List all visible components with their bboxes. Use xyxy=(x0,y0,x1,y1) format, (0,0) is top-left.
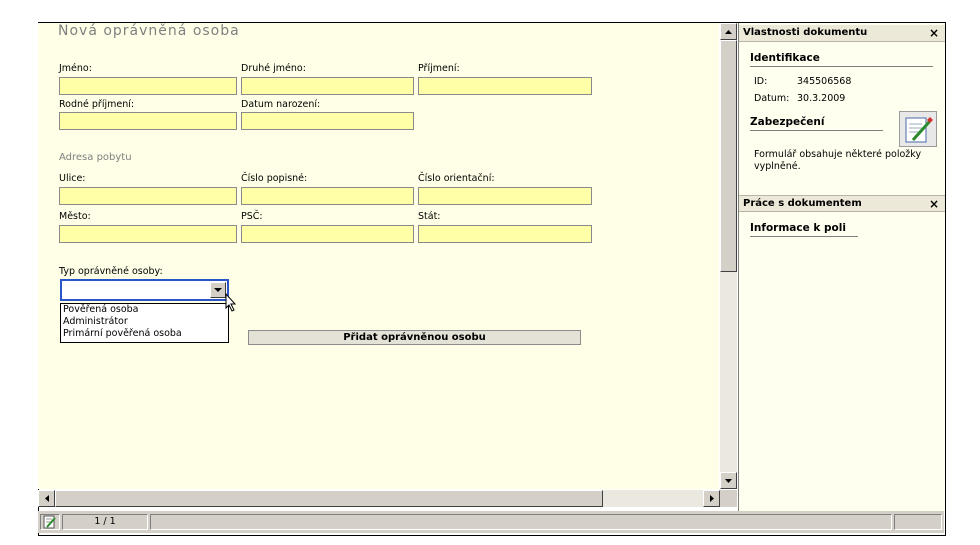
properties-panel-title: Vlastnosti dokumentu xyxy=(743,27,868,38)
scrollbar-corner xyxy=(720,490,737,507)
edit-document-icon xyxy=(905,117,933,143)
middle-name-label: Druhé jméno: xyxy=(241,63,306,74)
city-label: Město: xyxy=(59,211,91,222)
properties-panel-header: Vlastnosti dokumentu × xyxy=(739,25,945,42)
city-field[interactable] xyxy=(59,225,237,243)
orientation-number-label: Číslo orientační: xyxy=(418,173,495,184)
status-edit-cell[interactable] xyxy=(40,514,60,530)
scroll-down-button[interactable] xyxy=(720,472,737,489)
horizontal-scrollbar[interactable] xyxy=(38,490,720,507)
dropdown-button[interactable] xyxy=(210,282,226,298)
form-document: Nová oprávněná osoba Jméno: Druhé jméno:… xyxy=(38,23,719,489)
street-field[interactable] xyxy=(59,187,237,205)
birth-surname-field[interactable] xyxy=(59,112,237,130)
first-name-label: Jméno: xyxy=(59,63,92,74)
identification-divider xyxy=(750,66,933,67)
country-label: Stát: xyxy=(418,211,441,222)
birth-date-field[interactable] xyxy=(241,112,414,130)
security-text: Formulář obsahuje některé položky vyplně… xyxy=(754,149,922,172)
chevron-down-icon xyxy=(214,287,222,292)
street-label: Ulice: xyxy=(59,173,86,184)
id-label: ID: xyxy=(754,76,768,87)
arrow-left-icon xyxy=(44,495,49,502)
house-number-label: Číslo popisné: xyxy=(241,173,308,184)
page-indicator: 1 / 1 xyxy=(62,514,148,530)
first-name-field[interactable] xyxy=(59,77,237,95)
date-label: Datum: xyxy=(754,93,790,104)
scroll-up-button[interactable] xyxy=(720,23,737,40)
middle-name-field[interactable] xyxy=(241,77,414,95)
person-type-dropdown-list: Pověřená osoba Administrátor Primární po… xyxy=(60,303,229,343)
horizontal-scroll-thumb[interactable] xyxy=(55,490,603,507)
edit-document-icon xyxy=(43,515,56,529)
edit-document-button[interactable] xyxy=(899,111,937,147)
field-info-heading: Informace k poli xyxy=(750,222,846,234)
person-type-label: Typ oprávněné osoby: xyxy=(59,266,163,277)
scroll-right-button[interactable] xyxy=(703,490,720,507)
person-type-option-administrator[interactable]: Administrátor xyxy=(61,316,228,328)
status-message-cell xyxy=(150,514,892,530)
field-info-divider xyxy=(750,236,858,237)
close-icon[interactable]: × xyxy=(929,25,939,41)
security-divider xyxy=(750,130,883,131)
arrow-up-icon xyxy=(725,29,732,34)
status-extra-cell xyxy=(894,514,942,530)
arrow-down-icon xyxy=(725,478,732,483)
last-name-field[interactable] xyxy=(418,77,592,95)
mouse-cursor-icon xyxy=(225,293,237,312)
zip-label: PSČ: xyxy=(241,211,263,222)
person-type-option-primary[interactable]: Primární pověřená osoba xyxy=(61,328,228,340)
add-authorized-person-button[interactable]: Přidat oprávněnou osobu xyxy=(248,330,581,345)
vertical-scroll-thumb[interactable] xyxy=(720,40,737,272)
house-number-field[interactable] xyxy=(241,187,414,205)
birth-date-label: Datum narození: xyxy=(241,99,321,110)
country-field[interactable] xyxy=(418,225,592,243)
birth-surname-label: Rodné příjmení: xyxy=(59,99,135,110)
id-value: 345506568 xyxy=(797,76,852,87)
identification-heading: Identifikace xyxy=(750,52,820,64)
zip-field[interactable] xyxy=(241,225,414,243)
close-icon[interactable]: × xyxy=(929,196,939,212)
arrow-right-icon xyxy=(709,495,714,502)
date-value: 30.3.2009 xyxy=(797,93,846,104)
person-type-select[interactable] xyxy=(60,279,229,301)
status-bar: 1 / 1 xyxy=(38,511,944,533)
orientation-number-field[interactable] xyxy=(418,187,592,205)
security-heading: Zabezpečení xyxy=(750,116,825,128)
form-title: Nová oprávněná osoba xyxy=(58,23,240,39)
person-type-option-authorized[interactable]: Pověřená osoba xyxy=(61,304,228,316)
address-section-title: Adresa pobytu xyxy=(59,152,132,163)
scroll-left-button[interactable] xyxy=(38,490,55,507)
work-panel-title: Práce s dokumentem xyxy=(743,198,862,209)
vertical-scrollbar[interactable] xyxy=(720,23,737,489)
last-name-label: Příjmení: xyxy=(418,63,460,74)
work-panel-header: Práce s dokumentem × xyxy=(739,195,945,212)
document-properties-panel: Vlastnosti dokumentu × Identifikace ID: … xyxy=(738,23,945,511)
